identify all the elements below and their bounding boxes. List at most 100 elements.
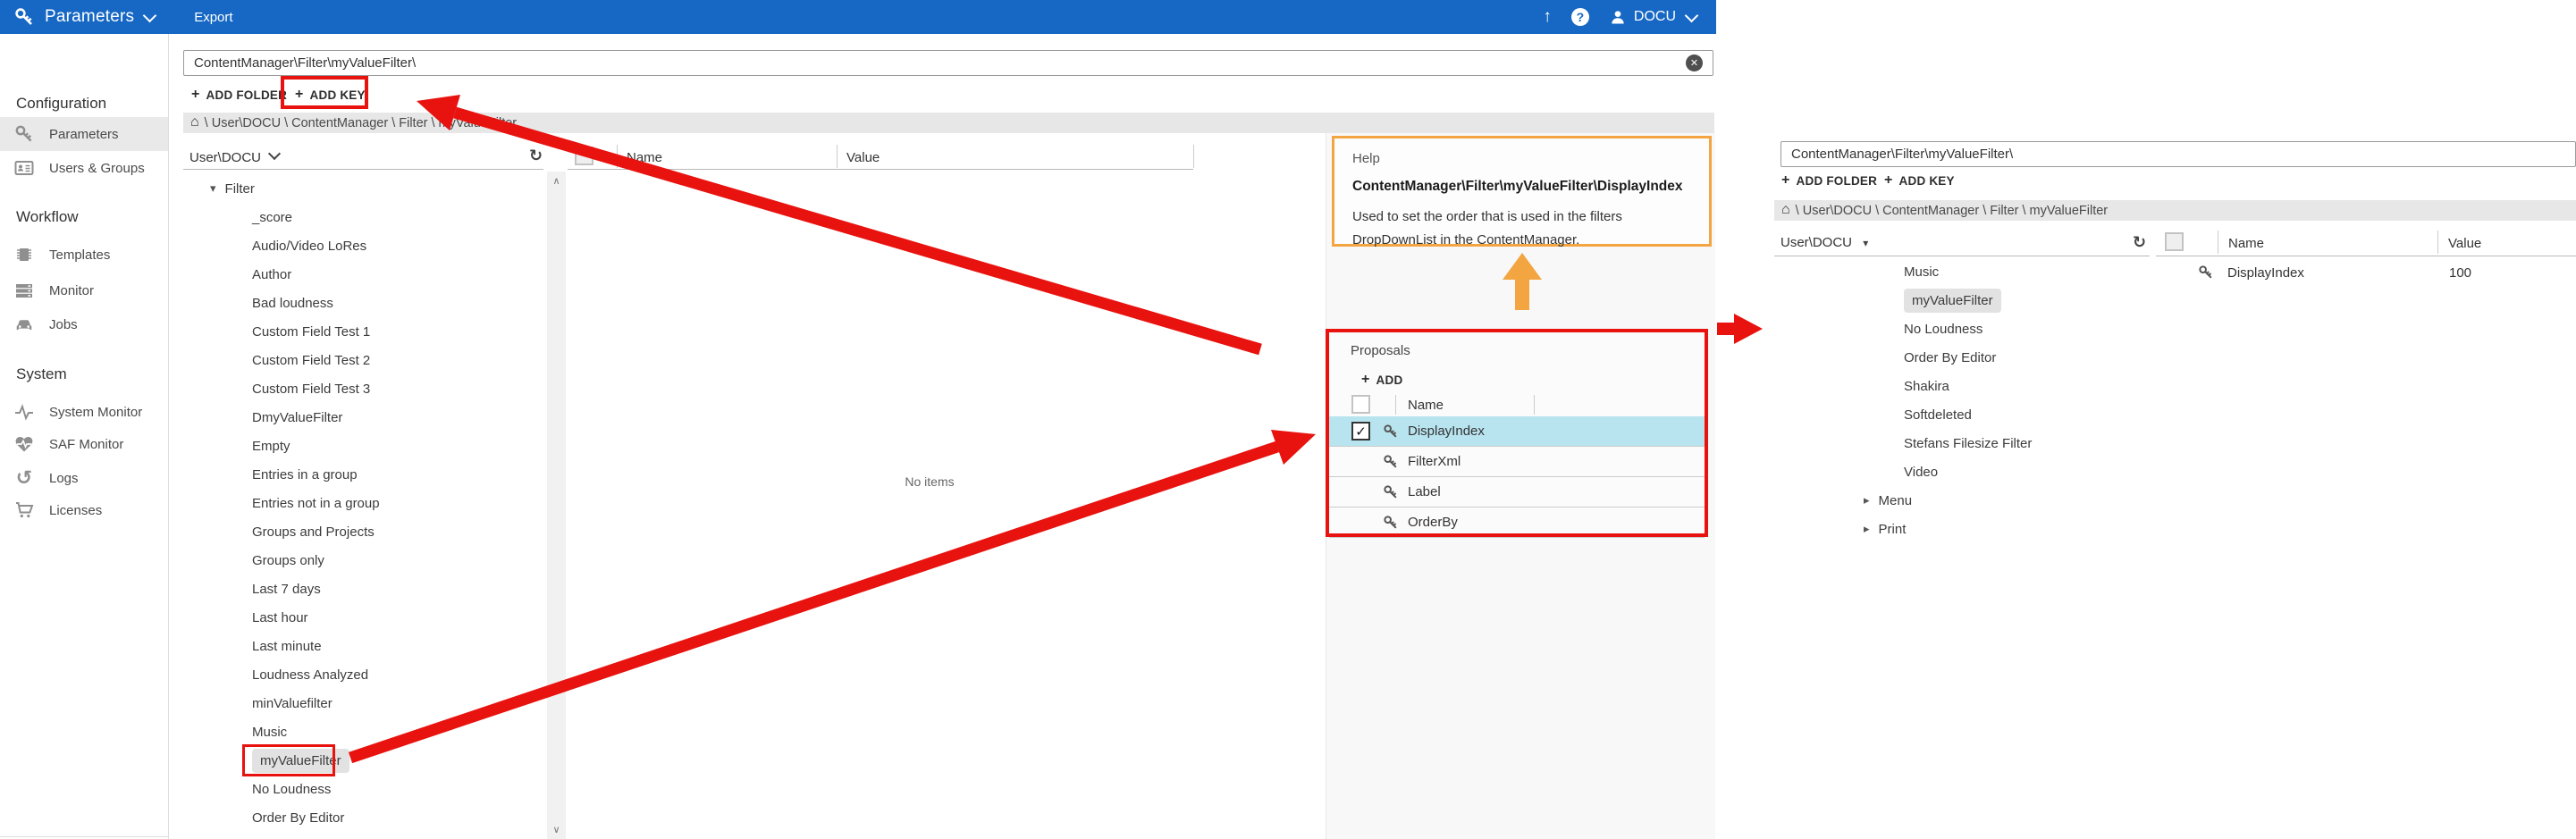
tree-item-label: DmyValueFilter (252, 410, 342, 425)
tree-item[interactable]: Groups and Projects (183, 517, 541, 546)
home-icon[interactable]: ⌂ (190, 114, 199, 130)
tree-root-selector[interactable]: User\DOCU (189, 149, 279, 165)
sidebar-item-users-groups[interactable]: Users & Groups (0, 151, 168, 185)
tree-item[interactable]: Entries in a group (183, 460, 541, 489)
sidebar-heading-configuration: Configuration (16, 95, 106, 113)
tree-item[interactable]: Softdeleted (1774, 400, 2141, 429)
sidebar-item-saf-monitor[interactable]: SAF Monitor (0, 427, 168, 461)
sidebar-item-monitor[interactable]: Monitor (0, 273, 168, 307)
tree-item[interactable]: Last hour (183, 603, 541, 632)
tree-item[interactable]: Author (183, 260, 541, 289)
right-path-input[interactable] (1780, 141, 2576, 167)
tree-item[interactable]: ▸ Menu (1774, 486, 2141, 515)
tree-item[interactable]: No Loudness (183, 775, 541, 803)
right-refresh-icon[interactable]: ↻ (2133, 233, 2146, 252)
right-breadcrumb-path[interactable]: \ User\DOCU \ ContentManager \ Filter \ … (1796, 204, 2108, 218)
tree-item[interactable]: No Loudness (1774, 315, 2141, 343)
tree-item[interactable]: Shakira (1774, 372, 2141, 400)
sidebar-item-logs[interactable]: ↺ Logs (0, 461, 168, 495)
tree-item-label: minValuefilter (252, 696, 333, 711)
chip-icon (13, 243, 36, 266)
tree-item[interactable]: Audio/Video LoRes (183, 231, 541, 260)
clear-input-icon[interactable]: ✕ (1686, 55, 1703, 71)
tree-expander-icon[interactable]: ▸ (1864, 493, 1870, 508)
sidebar-item-jobs[interactable]: Jobs (0, 307, 168, 341)
tree-item[interactable]: Entries not in a group (183, 489, 541, 517)
tree-item[interactable]: Order By Editor (183, 803, 541, 832)
scroll-down-icon[interactable]: ∨ (547, 824, 566, 835)
tree-item[interactable]: ▾ Filter (183, 174, 541, 203)
tree-item[interactable]: Stefans Filesize Filter (1774, 429, 2141, 457)
tree-item[interactable]: Music (183, 717, 541, 746)
proposal-row[interactable]: FilterXml (1329, 447, 1705, 477)
key-icon (1382, 514, 1400, 532)
proposal-row[interactable]: OrderBy (1329, 508, 1705, 538)
proposal-row[interactable]: Label (1329, 477, 1705, 508)
right-tree-root-selector[interactable]: User\DOCU ▾ (1780, 235, 1868, 250)
tree-item[interactable]: Video (1774, 457, 2141, 486)
tree-item[interactable]: Custom Field Test 1 (183, 317, 541, 346)
tree-item[interactable]: Last minute (183, 632, 541, 660)
path-input[interactable] (183, 50, 1713, 76)
proposal-checkbox[interactable]: ✓ (1351, 422, 1370, 440)
tree-item[interactable]: Order By Editor (1774, 343, 2141, 372)
select-all-checkbox[interactable] (575, 147, 593, 165)
app-title[interactable]: Parameters (45, 7, 134, 27)
id-card-icon (13, 156, 36, 180)
right-add-folder-button[interactable]: + ADD FOLDER (1781, 172, 1877, 189)
tree-item[interactable]: Custom Field Test 3 (183, 374, 541, 403)
sidebar-heading-system: System (16, 365, 67, 383)
tree-item[interactable]: ▸ Print (1774, 515, 2141, 543)
sidebar-item-templates[interactable]: Templates (0, 238, 168, 272)
column-header-value[interactable]: Value (846, 150, 880, 165)
proposal-row[interactable]: ✓ DisplayIndex (1329, 416, 1705, 447)
tree-item[interactable]: Last 7 days (183, 575, 541, 603)
column-header-name[interactable]: Name (627, 150, 662, 165)
user-name: DOCU (1634, 9, 1676, 25)
right-select-all-checkbox[interactable] (2165, 232, 2184, 251)
tree-item[interactable]: Groups only (183, 546, 541, 575)
tree-item-label: Groups and Projects (252, 524, 375, 540)
tree-item[interactable]: Custom Field Test 2 (183, 346, 541, 374)
right-column-header-name[interactable]: Name (2228, 236, 2264, 251)
upload-icon[interactable]: ↑ (1543, 7, 1552, 27)
tree-expander-icon[interactable]: ▾ (210, 181, 216, 196)
tree-item[interactable]: Music (1774, 257, 2141, 286)
tree-item[interactable]: myValueFilter (183, 746, 541, 775)
tree-item[interactable]: Bad loudness (183, 289, 541, 317)
right-table-row[interactable]: DisplayIndex 100 (2156, 261, 2576, 288)
tree-item-label: Music (252, 725, 287, 740)
chevron-down-icon (268, 147, 281, 160)
sidebar-item-system-monitor[interactable]: System Monitor (0, 395, 168, 429)
breadcrumb-path[interactable]: \ User\DOCU \ ContentManager \ Filter \ … (205, 116, 517, 130)
home-icon[interactable]: ⌂ (1781, 202, 1790, 218)
add-folder-button[interactable]: + ADD FOLDER (191, 87, 287, 103)
tree-item[interactable]: minValuefilter (183, 689, 541, 717)
tree-item[interactable]: _score (183, 203, 541, 231)
sidebar-item-parameters[interactable]: Parameters (0, 117, 168, 151)
tree-expander-icon[interactable]: ▸ (1864, 522, 1870, 536)
key-icon (1382, 483, 1400, 501)
chevron-down-icon (1685, 9, 1699, 23)
menu-export[interactable]: Export (194, 10, 232, 25)
tree-item[interactable]: DmyValueFilter (183, 403, 541, 432)
right-add-key-button[interactable]: + ADD KEY (1884, 172, 1955, 189)
user-menu[interactable]: DOCU (1609, 8, 1696, 26)
help-title: Help (1352, 151, 1691, 166)
proposals-select-all-checkbox[interactable] (1351, 395, 1370, 414)
right-tree-root-label: User\DOCU (1780, 235, 1852, 250)
help-icon[interactable]: ? (1571, 8, 1589, 26)
right-column-header-value[interactable]: Value (2448, 236, 2481, 251)
proposals-column-name[interactable]: Name (1408, 398, 1444, 413)
proposals-add-button[interactable]: + ADD (1361, 372, 1402, 388)
car-icon (13, 313, 36, 336)
tree-scrollbar[interactable]: ∧ ∨ (547, 172, 566, 839)
refresh-icon[interactable]: ↻ (529, 147, 543, 165)
tree-item[interactable]: myValueFilter (1774, 286, 2141, 315)
scroll-up-icon[interactable]: ∧ (547, 175, 566, 187)
tree-item[interactable]: Loudness Analyzed (183, 660, 541, 689)
tree-item[interactable]: Empty (183, 432, 541, 460)
triangle-down-icon: ▾ (1863, 237, 1868, 249)
chevron-down-icon[interactable] (143, 9, 157, 23)
sidebar-item-licenses[interactable]: Licenses (0, 493, 168, 527)
